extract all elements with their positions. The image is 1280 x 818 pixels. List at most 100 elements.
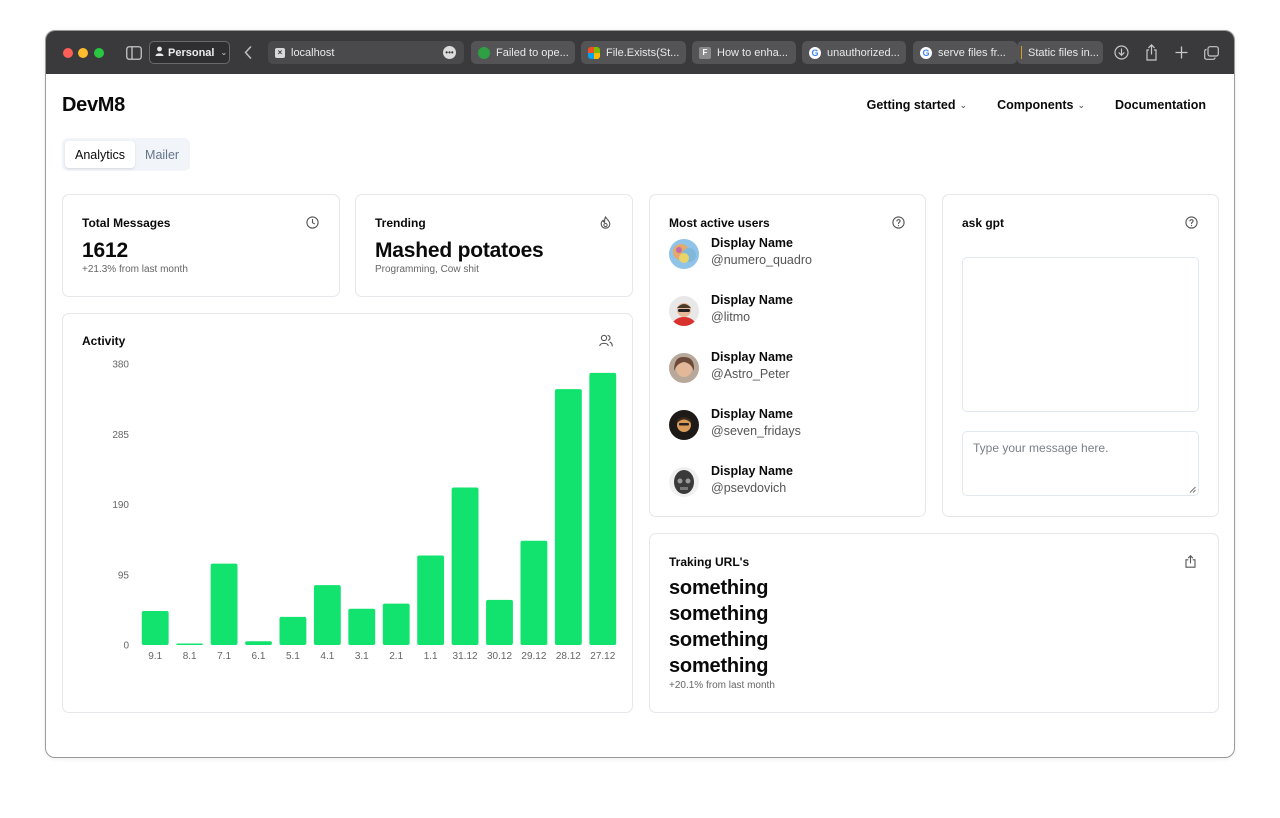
- browser-toolbar: Personal ⌄ × localhost ••• Failed to ope…: [46, 31, 1234, 74]
- x-tick-label: 3.1: [355, 651, 369, 662]
- flame-icon: [599, 216, 612, 229]
- x-tick-label: 5.1: [286, 651, 300, 662]
- back-icon[interactable]: [241, 43, 255, 62]
- x-tick-label: 31.12: [453, 651, 478, 662]
- x-tick-label: 9.1: [148, 651, 162, 662]
- total-messages-value: 1612: [82, 239, 128, 262]
- y-tick-label: 285: [112, 430, 129, 441]
- help-icon[interactable]: [892, 216, 905, 229]
- tab-localhost[interactable]: × localhost •••: [268, 41, 464, 64]
- chart-bar[interactable]: [141, 610, 169, 645]
- x-icon: ×: [275, 47, 285, 58]
- avatar: [669, 410, 699, 440]
- chart-bar[interactable]: [451, 487, 479, 645]
- chart-bar[interactable]: [486, 599, 513, 645]
- tab-static-files[interactable]: Static files in...: [1017, 41, 1103, 64]
- chart-bar[interactable]: [382, 603, 410, 645]
- tab-file-exists[interactable]: File.Exists(St...: [581, 41, 686, 64]
- tab-how-to-enhance[interactable]: F How to enha...: [692, 41, 796, 64]
- tracking-url-item[interactable]: something: [669, 655, 769, 678]
- trending-value: Mashed potatoes: [375, 239, 544, 262]
- list-item[interactable]: Display Name @Astro_Peter: [669, 350, 919, 390]
- chart-bar[interactable]: [348, 608, 376, 645]
- chart-bar[interactable]: [313, 585, 341, 645]
- nav-label: Getting started: [866, 98, 956, 112]
- nav-label: Documentation: [1115, 98, 1206, 112]
- message-input-placeholder: Type your message here.: [973, 441, 1109, 455]
- help-icon[interactable]: [1185, 216, 1198, 229]
- message-input[interactable]: Type your message here.: [962, 431, 1199, 496]
- x-tick-label: 29.12: [521, 651, 546, 662]
- user-handle: @Astro_Peter: [711, 367, 790, 381]
- user-handle: @litmo: [711, 310, 751, 324]
- tracking-url-item[interactable]: something: [669, 629, 769, 652]
- chart-bar[interactable]: [417, 555, 445, 645]
- microsoft-icon: [588, 46, 600, 59]
- list-item[interactable]: Display Name @psevdovich: [669, 464, 919, 504]
- x-tick-label: 1.1: [424, 651, 438, 662]
- tab-mailer[interactable]: Mailer: [135, 141, 189, 168]
- x-tick-label: 6.1: [252, 651, 266, 662]
- trending-card: Trending Mashed potatoes Programming, Co…: [355, 194, 633, 297]
- chart-bar[interactable]: [554, 389, 582, 645]
- brand-logo[interactable]: DevM8: [62, 94, 125, 117]
- nav-label: Components: [997, 98, 1074, 112]
- user-handle: @psevdovich: [711, 481, 787, 495]
- nav-components[interactable]: Components ⌄: [997, 98, 1085, 112]
- resize-handle-icon[interactable]: [1189, 486, 1196, 493]
- more-icon[interactable]: •••: [443, 46, 456, 59]
- user-display-name: Display Name: [711, 236, 793, 250]
- new-tab-icon[interactable]: [1173, 43, 1190, 62]
- tab-serve-files[interactable]: G serve files fr...: [913, 41, 1017, 64]
- tracking-url-item[interactable]: something: [669, 577, 769, 600]
- x-tick-label: 28.12: [556, 651, 581, 662]
- x-tick-label: 4.1: [320, 651, 334, 662]
- total-messages-change: +21.3% from last month: [82, 264, 188, 275]
- close-window-button[interactable]: [63, 48, 73, 58]
- chart-bar[interactable]: [245, 641, 272, 645]
- tab-failed-to-open[interactable]: Failed to ope...: [471, 41, 575, 64]
- y-tick-label: 190: [112, 500, 129, 511]
- chart-bar[interactable]: [589, 372, 617, 645]
- user-display-name: Display Name: [711, 293, 793, 307]
- browser-window: Personal ⌄ × localhost ••• Failed to ope…: [45, 30, 1235, 758]
- card-title: Traking URL's: [669, 555, 750, 569]
- person-icon: [155, 46, 164, 59]
- tab-overview-icon[interactable]: [1203, 43, 1220, 62]
- google-icon: G: [809, 46, 821, 59]
- minimize-window-button[interactable]: [78, 48, 88, 58]
- share-icon[interactable]: [1185, 555, 1198, 568]
- tab-label: unauthorized...: [827, 46, 900, 59]
- list-item[interactable]: Display Name @litmo: [669, 293, 919, 333]
- tab-analytics[interactable]: Analytics: [65, 141, 136, 168]
- tab-label: Static files in...: [1028, 46, 1099, 59]
- chart-bar[interactable]: [176, 643, 204, 646]
- tracking-change: +20.1% from last month: [669, 680, 775, 691]
- zoom-window-button[interactable]: [94, 48, 104, 58]
- chart-bar[interactable]: [279, 616, 307, 645]
- f-icon: F: [699, 46, 711, 59]
- profile-switcher[interactable]: Personal ⌄: [149, 41, 230, 64]
- avatar: [669, 239, 699, 269]
- clock-icon: [306, 216, 319, 229]
- user-handle: @seven_fridays: [711, 424, 801, 438]
- downloads-icon[interactable]: [1113, 43, 1130, 62]
- chevron-down-icon: ⌄: [1077, 99, 1086, 110]
- most-active-users-card: Most active users Display Name @numero_q…: [649, 194, 926, 517]
- x-tick-label: 7.1: [217, 651, 231, 662]
- chart-bar[interactable]: [210, 563, 238, 645]
- tab-label: How to enha...: [717, 46, 788, 59]
- x-tick-label: 27.12: [590, 651, 615, 662]
- chart-bar[interactable]: [520, 540, 548, 645]
- list-item[interactable]: Display Name @seven_fridays: [669, 407, 919, 447]
- nav-documentation[interactable]: Documentation: [1115, 98, 1206, 112]
- avatar: [669, 353, 699, 383]
- nav-getting-started[interactable]: Getting started ⌄: [867, 98, 967, 112]
- tab-unauthorized[interactable]: G unauthorized...: [802, 41, 906, 64]
- share-icon[interactable]: [1143, 42, 1160, 62]
- chevron-down-icon: ⌄: [220, 48, 228, 57]
- sidebar-toggle-icon[interactable]: [125, 44, 142, 61]
- trending-tags: Programming, Cow shit: [375, 264, 479, 275]
- tracking-url-item[interactable]: something: [669, 603, 769, 626]
- list-item[interactable]: Display Name @numero_quadro: [669, 236, 919, 276]
